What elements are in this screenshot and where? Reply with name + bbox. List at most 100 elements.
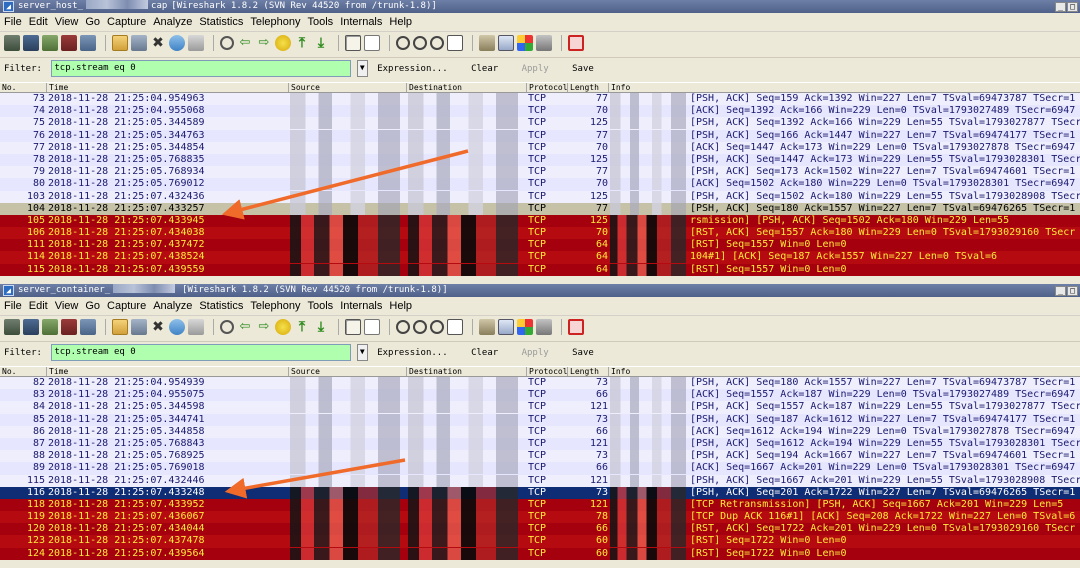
menu-statistics[interactable]: Statistics <box>199 16 243 28</box>
coloring-rules-icon[interactable] <box>517 35 533 51</box>
first-packet-icon[interactable]: ⤒ <box>294 319 310 335</box>
column-destination[interactable]: Destination <box>406 83 462 92</box>
stop-capture-icon[interactable] <box>61 319 77 335</box>
column-length[interactable]: Length <box>567 367 599 376</box>
back-icon[interactable]: ⇦ <box>237 319 253 335</box>
packet-row[interactable]: 103 2018-11-28 21:25:07.432436 TCP 125 [PSH,… <box>0 190 1080 203</box>
packet-row[interactable]: 87 2018-11-28 21:25:05.768843 TCP 121 [PSH, … <box>0 437 1080 451</box>
column-no[interactable]: No. <box>0 367 16 376</box>
packet-row[interactable]: 118 2018-11-28 21:25:07.433952 TCP 121 [TCP … <box>0 498 1080 512</box>
column-info[interactable]: Info <box>608 83 630 92</box>
column-source[interactable]: Source <box>288 367 320 376</box>
menu-view[interactable]: View <box>55 16 79 28</box>
zoom-in-icon[interactable] <box>396 36 410 50</box>
column-protocol[interactable]: Protocol <box>526 83 568 92</box>
close-file-icon[interactable]: ✖ <box>150 35 166 51</box>
maximize-icon[interactable]: □ <box>1067 2 1078 12</box>
preferences-icon[interactable] <box>536 35 552 51</box>
first-packet-icon[interactable]: ⤒ <box>294 35 310 51</box>
packet-row[interactable]: 106 2018-11-28 21:25:07.434038 TCP 70 [RST, … <box>0 227 1080 240</box>
menu-analyze[interactable]: Analyze <box>153 16 192 28</box>
packet-row[interactable]: 89 2018-11-28 21:25:05.769018 TCP 66 [ACK] S… <box>0 462 1080 475</box>
interfaces-icon[interactable] <box>4 319 20 335</box>
packet-row[interactable]: 116 2018-11-28 21:25:07.433248 TCP 73 [PSH, … <box>0 486 1080 499</box>
filter-input[interactable]: tcp.stream eq 0 <box>51 60 352 77</box>
menu-edit[interactable]: Edit <box>29 300 48 312</box>
forward-icon[interactable]: ⇨ <box>256 319 272 335</box>
menu-go[interactable]: Go <box>85 300 100 312</box>
clear-button[interactable]: Clear <box>471 344 498 362</box>
apply-button[interactable]: Apply <box>522 344 549 362</box>
menu-internals[interactable]: Internals <box>340 16 382 28</box>
packet-row[interactable]: 105 2018-11-28 21:25:07.433945 TCP 125 rsmis… <box>0 214 1080 228</box>
menu-file[interactable]: File <box>4 300 22 312</box>
help-icon[interactable] <box>568 35 584 51</box>
minimize-icon[interactable]: _ <box>1055 2 1066 12</box>
menu-help[interactable]: Help <box>389 16 412 28</box>
colorize-icon[interactable] <box>345 319 361 335</box>
column-destination[interactable]: Destination <box>406 367 462 376</box>
menu-capture[interactable]: Capture <box>107 300 146 312</box>
forward-icon[interactable]: ⇨ <box>256 35 272 51</box>
menu-internals[interactable]: Internals <box>340 300 382 312</box>
preferences-icon[interactable] <box>536 319 552 335</box>
packet-row[interactable]: 78 2018-11-28 21:25:05.768835 TCP 125 [PSH, … <box>0 153 1080 167</box>
expression-button[interactable]: Expression... <box>377 344 447 362</box>
go-to-packet-icon[interactable] <box>275 35 291 51</box>
restart-capture-icon[interactable] <box>80 319 96 335</box>
save-icon[interactable] <box>131 319 147 335</box>
column-time[interactable]: Time <box>46 367 68 376</box>
capture-filters-icon[interactable] <box>479 35 495 51</box>
packet-row[interactable]: 124 2018-11-28 21:25:07.439564 TCP 60 [RST] … <box>0 547 1080 560</box>
restart-capture-icon[interactable] <box>80 35 96 51</box>
capture-filters-icon[interactable] <box>479 319 495 335</box>
menu-help[interactable]: Help <box>389 300 412 312</box>
column-info[interactable]: Info <box>608 367 630 376</box>
packet-row[interactable]: 75 2018-11-28 21:25:05.344589 TCP 125 [PSH, … <box>0 117 1080 130</box>
zoom-out-icon[interactable] <box>413 320 427 334</box>
resize-columns-icon[interactable] <box>447 319 463 335</box>
packet-row[interactable]: 79 2018-11-28 21:25:05.768934 TCP 77 [PSH, A… <box>0 166 1080 179</box>
save-icon[interactable] <box>131 35 147 51</box>
autoscroll-icon[interactable] <box>364 35 380 51</box>
packet-row[interactable]: 111 2018-11-28 21:25:07.437472 TCP 64 [RST] … <box>0 239 1080 252</box>
zoom-out-icon[interactable] <box>413 36 427 50</box>
packet-row[interactable]: 76 2018-11-28 21:25:05.344763 TCP 77 [PSH, A… <box>0 129 1080 142</box>
packet-row[interactable]: 115 2018-11-28 21:25:07.432446 TCP 121 [PSH,… <box>0 474 1080 487</box>
packet-row[interactable]: 82 2018-11-28 21:25:04.954939 TCP 73 [PSH, A… <box>0 377 1080 390</box>
reload-icon[interactable] <box>169 35 185 51</box>
filter-dropdown-icon[interactable]: ▼ <box>356 60 368 77</box>
packet-row[interactable]: 74 2018-11-28 21:25:04.955068 TCP 70 [ACK] S… <box>0 105 1080 118</box>
open-icon[interactable] <box>112 319 128 335</box>
save-filter-button[interactable]: Save <box>572 344 594 362</box>
menu-edit[interactable]: Edit <box>29 16 48 28</box>
start-capture-icon[interactable] <box>42 35 58 51</box>
packet-row[interactable]: 77 2018-11-28 21:25:05.344854 TCP 70 [ACK] S… <box>0 141 1080 154</box>
packet-row[interactable]: 86 2018-11-28 21:25:05.344858 TCP 66 [ACK] S… <box>0 425 1080 438</box>
packet-row[interactable]: 104 2018-11-28 21:25:07.433257 TCP 77 [PSH, … <box>0 202 1080 215</box>
maximize-icon[interactable]: □ <box>1067 286 1078 296</box>
capture-options-icon[interactable] <box>23 35 39 51</box>
menu-statistics[interactable]: Statistics <box>199 300 243 312</box>
menu-tools[interactable]: Tools <box>308 16 334 28</box>
normal-size-icon[interactable] <box>430 36 444 50</box>
stop-capture-icon[interactable] <box>61 35 77 51</box>
help-icon[interactable] <box>568 319 584 335</box>
menu-view[interactable]: View <box>55 300 79 312</box>
close-file-icon[interactable]: ✖ <box>150 319 166 335</box>
last-packet-icon[interactable]: ⤓ <box>313 35 329 51</box>
column-no[interactable]: No. <box>0 83 16 92</box>
print-icon[interactable] <box>188 319 204 335</box>
open-icon[interactable] <box>112 35 128 51</box>
minimize-icon[interactable]: _ <box>1055 286 1066 296</box>
start-capture-icon[interactable] <box>42 319 58 335</box>
expression-button[interactable]: Expression... <box>377 60 447 78</box>
filter-input[interactable]: tcp.stream eq 0 <box>51 344 352 361</box>
packet-row[interactable]: 120 2018-11-28 21:25:07.434044 TCP 66 [RST, … <box>0 523 1080 536</box>
packet-row[interactable]: 119 2018-11-28 21:25:07.436067 TCP 78 [TCP D… <box>0 511 1080 524</box>
menu-telephony[interactable]: Telephony <box>250 16 300 28</box>
packet-row[interactable]: 84 2018-11-28 21:25:05.344598 TCP 121 [PSH, … <box>0 401 1080 414</box>
menu-capture[interactable]: Capture <box>107 16 146 28</box>
column-time[interactable]: Time <box>46 83 68 92</box>
menu-go[interactable]: Go <box>85 16 100 28</box>
